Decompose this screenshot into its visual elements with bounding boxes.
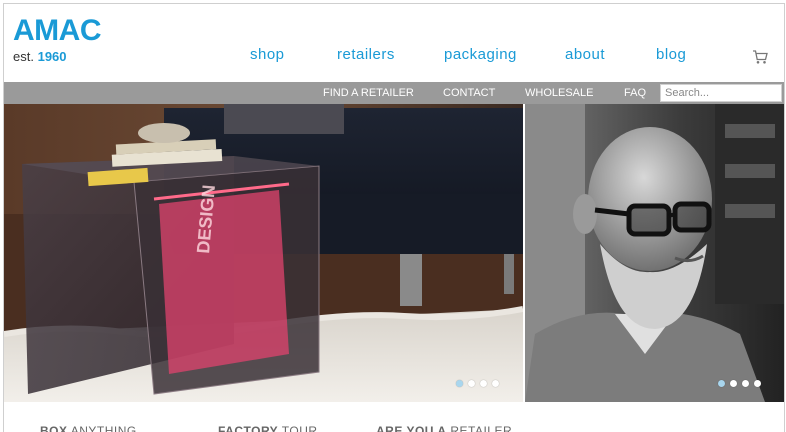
hero-area: DESIGN <box>4 104 784 402</box>
search-input[interactable] <box>660 84 782 102</box>
nav-shop[interactable]: shop <box>250 46 285 63</box>
hero-slide-acrylic-table[interactable]: DESIGN <box>4 104 523 402</box>
slide-dot-1[interactable] <box>456 380 463 387</box>
brand-name: AMAC <box>13 14 102 47</box>
page-frame: AMAC est. 1960 shop retailers packaging … <box>3 3 785 432</box>
link-find-retailer[interactable]: FIND A RETAILER <box>323 87 414 99</box>
link-faq[interactable]: FAQ <box>624 87 646 99</box>
hero-left-pagination <box>456 380 499 387</box>
nav-packaging[interactable]: packaging <box>444 46 517 63</box>
slide-dot-2[interactable] <box>468 380 475 387</box>
link-wholesale[interactable]: WHOLESALE <box>525 87 593 99</box>
nav-about[interactable]: about <box>565 46 605 63</box>
nav-blog[interactable]: blog <box>656 46 686 63</box>
portrait-dot-2[interactable] <box>730 380 737 387</box>
nav-retailers[interactable]: retailers <box>337 46 395 63</box>
hero-slide-founder-portrait[interactable] <box>525 104 784 402</box>
portrait-dot-4[interactable] <box>754 380 761 387</box>
utility-bar: FIND A RETAILER CONTACT WHOLESALE FAQ <box>4 82 784 104</box>
slide-dot-4[interactable] <box>492 380 499 387</box>
link-contact[interactable]: CONTACT <box>443 87 495 99</box>
hero-right-pagination <box>718 380 761 387</box>
portrait-dot-1[interactable] <box>718 380 725 387</box>
main-nav: shop retailers packaging about blog <box>4 46 784 68</box>
portrait-dot-3[interactable] <box>742 380 749 387</box>
slide-dot-3[interactable] <box>480 380 487 387</box>
cart-icon[interactable] <box>752 49 768 65</box>
